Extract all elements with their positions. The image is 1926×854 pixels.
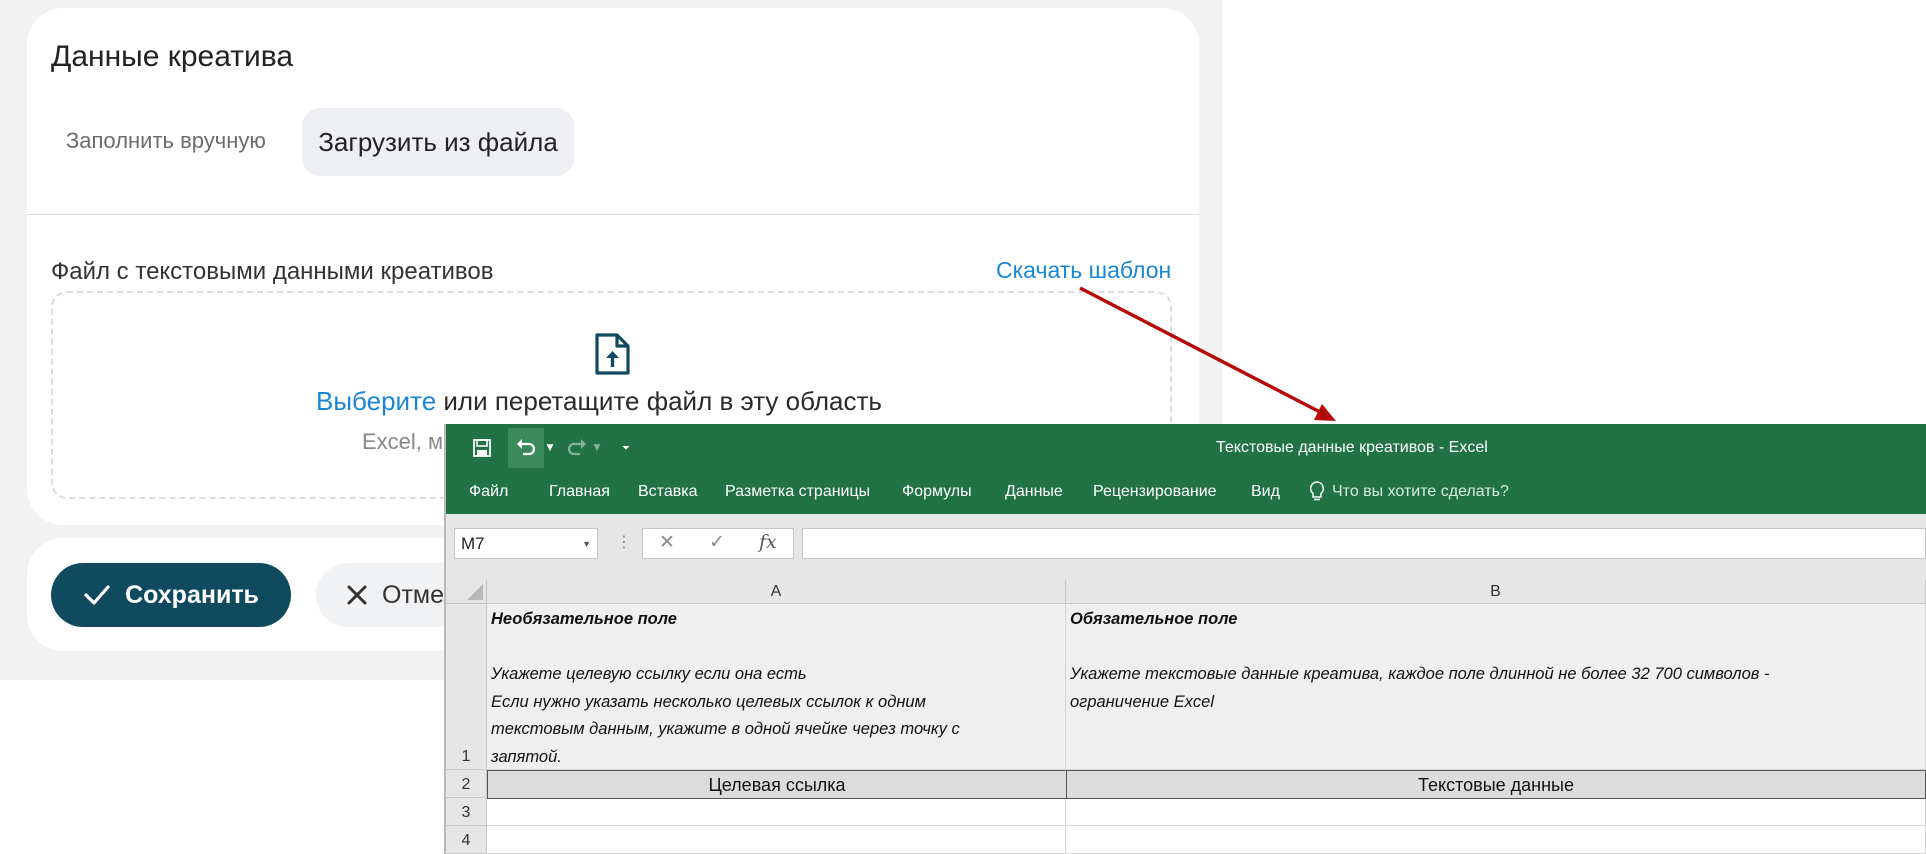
customize-toolbar-icon[interactable]: ⏷ xyxy=(618,428,634,468)
row-header-1[interactable]: 1 xyxy=(446,604,487,770)
cell-a1-line: запятой. xyxy=(491,747,562,766)
excel-window-title: Текстовые данные креативов - Excel xyxy=(1216,439,1488,456)
name-box-value: M7 xyxy=(461,534,485,553)
choose-file-link[interactable]: Выберите xyxy=(316,386,436,416)
tab-fill-manually[interactable]: Заполнить вручную xyxy=(66,128,266,154)
chevron-down-icon[interactable]: ▼ xyxy=(582,539,591,549)
cell-a4[interactable] xyxy=(487,826,1066,854)
formula-input[interactable] xyxy=(802,528,1926,559)
row-header-2[interactable]: 2 xyxy=(446,770,487,798)
cell-a2[interactable]: Целевая ссылка xyxy=(487,770,1067,799)
cell-b2[interactable]: Текстовые данные xyxy=(1066,770,1926,799)
dropzone-hint: Excel, м xyxy=(362,429,444,454)
ribbon-tab-insert[interactable]: Вставка xyxy=(638,483,697,501)
undo-dropdown-icon[interactable]: ▼ xyxy=(544,428,556,468)
excel-window: ▼ ▼ ⏷ Текстовые данные креативов - Excel… xyxy=(446,424,1926,854)
cell-a1-line: Укажете целевую ссылку если она есть xyxy=(491,665,807,683)
insert-function-icon[interactable]: fx xyxy=(759,531,777,553)
file-upload-icon xyxy=(595,333,630,375)
formula-buttons: ✕ ✓ fx xyxy=(642,528,794,559)
select-all-button[interactable] xyxy=(446,580,487,604)
cell-b3[interactable] xyxy=(1066,799,1926,826)
ribbon-tab-formulas[interactable]: Формулы xyxy=(902,483,972,501)
row-header-4[interactable]: 4 xyxy=(446,826,487,854)
cancel-button-label: Отме xyxy=(382,580,444,609)
name-box[interactable]: M7 ▼ xyxy=(454,528,598,559)
file-field-label: Файл с текстовыми данными креативов xyxy=(51,258,494,285)
row-header-3[interactable]: 3 xyxy=(446,798,487,826)
tab-upload-from-file[interactable]: Загрузить из файла xyxy=(302,108,574,176)
redo-dropdown-icon[interactable]: ▼ xyxy=(592,428,602,468)
dropzone-instruction: или перетащите файл в эту область xyxy=(436,386,882,416)
save-icon[interactable] xyxy=(470,428,494,468)
ribbon-tab-home[interactable]: Главная xyxy=(549,483,610,501)
spreadsheet-grid: A B 1 2 3 4 Необязательное поле Укажете … xyxy=(446,580,1926,854)
cancel-formula-icon[interactable]: ✕ xyxy=(659,531,675,553)
enter-formula-icon[interactable]: ✓ xyxy=(709,531,725,553)
tell-me-search[interactable]: Что вы хотите сделать? xyxy=(1332,483,1509,501)
check-icon xyxy=(84,585,110,605)
cell-b1[interactable]: Обязательное поле Укажете текстовые данн… xyxy=(1066,604,1926,770)
column-header-a[interactable]: A xyxy=(487,580,1066,604)
ribbon-tab-data[interactable]: Данные xyxy=(1005,483,1063,501)
column-header-b[interactable]: B xyxy=(1066,580,1926,604)
cell-a1-line: Если нужно указать несколько целевых ссы… xyxy=(491,692,926,711)
ribbon-tab-view[interactable]: Вид xyxy=(1251,483,1280,501)
excel-titlebar xyxy=(446,424,1926,470)
download-template-link[interactable]: Скачать шаблон xyxy=(996,257,1171,284)
formula-bar-grip-icon[interactable]: ⋮ xyxy=(616,532,632,551)
cell-b1-line: Укажете текстовые данные креатива, каждо… xyxy=(1070,665,1770,683)
undo-icon[interactable] xyxy=(508,428,544,468)
dropzone-text: Выберите или перетащите файл в эту облас… xyxy=(316,386,882,417)
cell-b1-line: ограничение Excel xyxy=(1070,692,1215,711)
card-title: Данные креатива xyxy=(51,40,294,73)
save-button-label: Сохранить xyxy=(125,580,259,609)
cell-b4[interactable] xyxy=(1066,826,1926,854)
redo-icon[interactable] xyxy=(562,428,592,468)
close-icon xyxy=(347,585,367,605)
ribbon-tab-file[interactable]: Файл xyxy=(469,483,508,501)
cell-b1-title: Обязательное поле xyxy=(1070,610,1238,628)
divider xyxy=(27,214,1199,215)
cell-a1-line: текстовым данным, укажите в одной ячейке… xyxy=(491,720,960,738)
lightbulb-icon xyxy=(1308,480,1326,507)
ribbon-tab-review[interactable]: Рецензирование xyxy=(1093,483,1217,501)
cell-a3[interactable] xyxy=(487,799,1066,826)
ribbon-tab-page-layout[interactable]: Разметка страницы xyxy=(725,483,870,501)
save-button[interactable]: Сохранить xyxy=(51,563,291,627)
cell-a1-title: Необязательное поле xyxy=(491,610,677,628)
cell-a1[interactable]: Необязательное поле Укажете целевую ссыл… xyxy=(487,604,1066,770)
